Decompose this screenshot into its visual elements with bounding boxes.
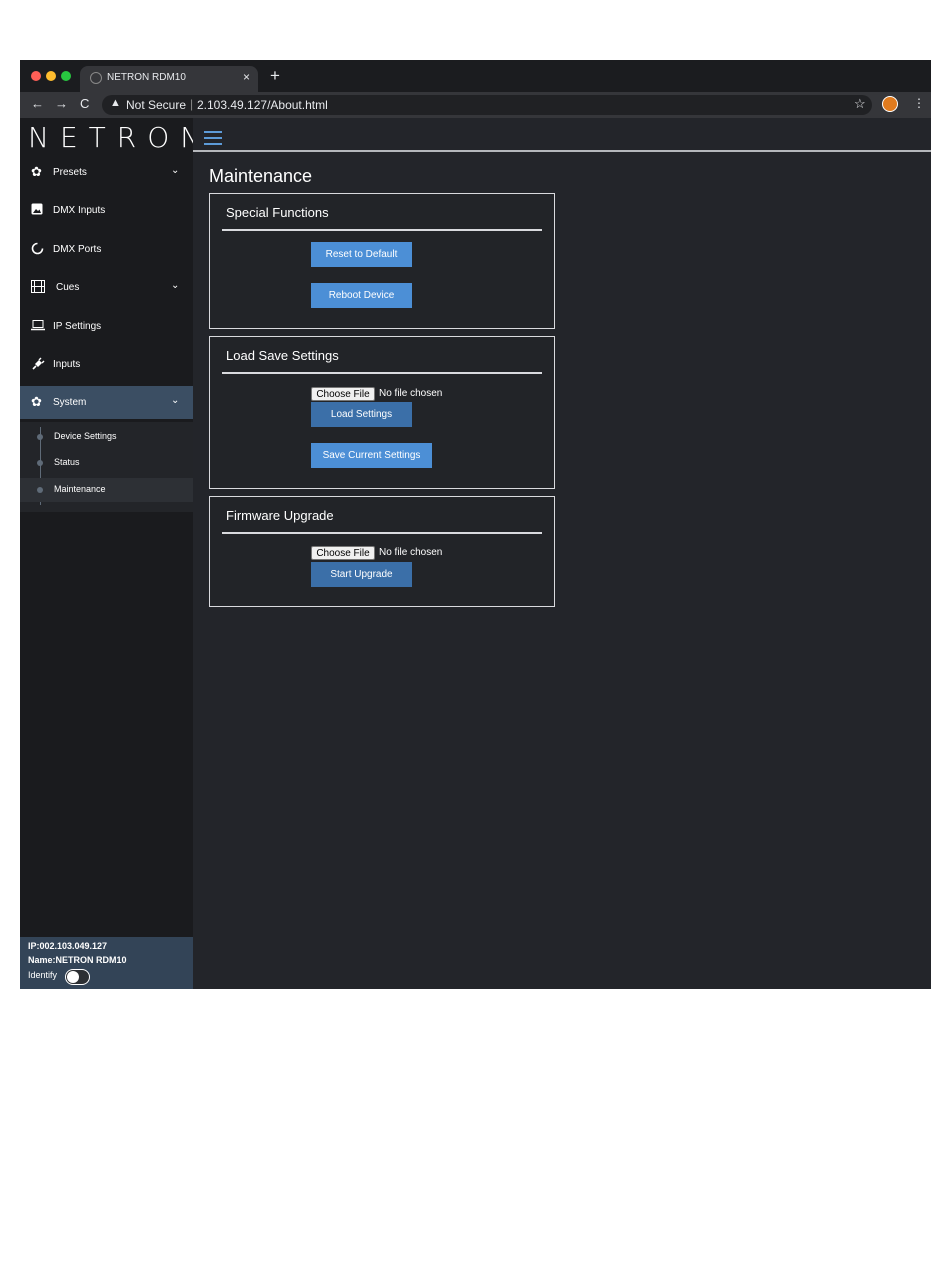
panel-title: Special Functions	[226, 205, 329, 220]
device-name: Name:NETRON RDM10	[28, 955, 127, 965]
reboot-device-button[interactable]: Reboot Device	[311, 283, 412, 308]
logo-text: NETRON	[28, 121, 213, 154]
sidebar-item-label: IP Settings	[53, 321, 102, 332]
address-bar: ← → C ▲ Not Secure | 2.103.49.127/About.…	[20, 92, 931, 118]
gear-icon: ✿	[31, 164, 42, 179]
plug-icon	[31, 357, 45, 371]
maximize-window-button[interactable]	[61, 71, 71, 81]
sidebar-item-label: Device Settings	[54, 431, 117, 441]
sidebar-item-device-settings[interactable]: Device Settings	[20, 425, 193, 449]
file-status-text: No file chosen	[379, 547, 443, 558]
toggle-knob	[67, 971, 79, 983]
warning-icon: ▲	[110, 97, 121, 109]
choose-file-button[interactable]: Choose File	[311, 546, 375, 560]
film-icon	[31, 280, 45, 294]
logo: NETRON	[20, 118, 201, 154]
load-settings-button[interactable]: Load Settings	[311, 402, 412, 427]
page-title: Maintenance	[209, 166, 313, 186]
special-functions-panel: Special Functions Reset to Default Reboo…	[209, 193, 555, 329]
sidebar-item-maintenance[interactable]: Maintenance	[20, 478, 193, 502]
panel-title: Load Save Settings	[226, 348, 339, 363]
sidebar-item-label: DMX Ports	[53, 244, 102, 255]
sidebar-item-ip-settings[interactable]: IP Settings	[20, 310, 193, 343]
tab-bar: NETRON RDM10 × +	[20, 60, 931, 92]
hamburger-menu-icon[interactable]	[204, 131, 222, 145]
favicon-icon	[90, 72, 102, 84]
bullet-icon	[37, 434, 43, 440]
tab-title: NETRON RDM10	[107, 72, 186, 83]
close-window-button[interactable]	[31, 71, 41, 81]
chevron-down-icon: ⌄	[171, 280, 180, 291]
reset-to-default-button[interactable]: Reset to Default	[311, 242, 412, 267]
sidebar-item-label: Status	[54, 457, 80, 467]
laptop-icon	[31, 319, 45, 333]
gear-icon: ✿	[31, 394, 42, 409]
bullet-icon	[37, 460, 43, 466]
bookmark-star-icon[interactable]: ☆	[854, 96, 866, 112]
device-ip: IP:002.103.049.127	[28, 941, 108, 951]
sidebar-item-dmx-inputs[interactable]: DMX Inputs	[20, 194, 193, 227]
minimize-window-button[interactable]	[46, 71, 56, 81]
sidebar-item-inputs[interactable]: Inputs	[20, 348, 193, 381]
system-submenu: Device Settings Status Maintenance	[20, 422, 193, 512]
sidebar-item-label: Maintenance	[54, 484, 106, 494]
sidebar-item-system[interactable]: ✿ System ⌄	[20, 386, 193, 419]
sidebar: ✿ Presets ⌄ DMX Inputs DMX Ports Cues ⌄	[20, 152, 193, 989]
chevron-down-icon: ⌄	[171, 165, 180, 176]
panel-divider	[222, 532, 542, 534]
sidebar-item-dmx-ports[interactable]: DMX Ports	[20, 233, 193, 266]
sidebar-item-label: Cues	[56, 282, 80, 293]
panel-divider	[222, 229, 542, 231]
load-save-settings-panel: Load Save Settings Choose File No file c…	[209, 336, 555, 489]
chevron-down-icon: ⌄	[171, 395, 180, 406]
sidebar-item-presets[interactable]: ✿ Presets ⌄	[20, 156, 193, 189]
extension-icon[interactable]	[882, 96, 898, 112]
start-upgrade-button[interactable]: Start Upgrade	[311, 562, 412, 587]
url-field[interactable]: ▲ Not Secure | 2.103.49.127/About.html	[102, 95, 872, 115]
top-bar	[193, 118, 931, 152]
identify-toggle[interactable]	[65, 969, 90, 985]
url-separator: |	[190, 97, 194, 111]
circle-icon	[31, 242, 45, 256]
back-icon[interactable]: ←	[31, 96, 44, 111]
panel-title: Firmware Upgrade	[226, 508, 334, 523]
save-current-settings-button[interactable]: Save Current Settings	[311, 443, 432, 468]
choose-file-button[interactable]: Choose File	[311, 387, 375, 401]
browser-menu-icon[interactable]: ⋮	[913, 96, 925, 110]
firmware-upgrade-panel: Firmware Upgrade Choose File No file cho…	[209, 496, 555, 607]
tab-close-icon[interactable]: ×	[243, 70, 250, 84]
url-text: 2.103.49.127/About.html	[197, 98, 328, 112]
sidebar-item-label: Inputs	[53, 359, 81, 370]
panel-divider	[222, 372, 542, 374]
bullet-icon	[37, 487, 43, 493]
identify-label: Identify	[28, 970, 58, 980]
sidebar-item-label: DMX Inputs	[53, 205, 106, 216]
forward-icon[interactable]: →	[55, 96, 68, 111]
sidebar-item-status[interactable]: Status	[20, 451, 193, 475]
security-label[interactable]: Not Secure	[126, 98, 186, 112]
reload-icon[interactable]: C	[80, 96, 89, 111]
browser-tab[interactable]: NETRON RDM10 ×	[80, 66, 258, 92]
browser-window: NETRON RDM10 × + ← → C ▲ Not Secure | 2.…	[20, 60, 931, 989]
sidebar-item-label: System	[53, 397, 87, 408]
new-tab-button[interactable]: +	[270, 66, 280, 86]
image-icon	[31, 203, 45, 217]
device-info-footer: IP:002.103.049.127 Name:NETRON RDM10 Ide…	[20, 937, 193, 989]
sidebar-item-label: Presets	[53, 167, 87, 178]
file-status-text: No file chosen	[379, 388, 443, 399]
sidebar-item-cues[interactable]: Cues ⌄	[20, 271, 193, 304]
